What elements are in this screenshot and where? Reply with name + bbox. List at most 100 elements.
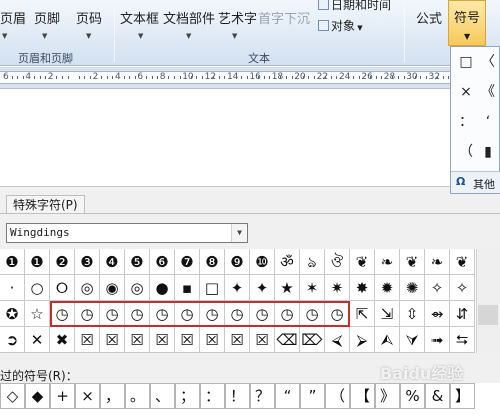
dropcap-button[interactable]: 首字下沉 <box>258 10 310 30</box>
symbol-grid-cell[interactable]: ❧ <box>375 249 400 275</box>
header-button[interactable]: 页眉 <box>0 10 26 30</box>
symbol-grid-cell[interactable]: ★ <box>275 275 300 301</box>
symbol-grid-cell[interactable]: ⮀ <box>450 327 475 353</box>
symbol-grid-cell[interactable]: ❾ <box>225 249 250 275</box>
recent-symbol-cell[interactable]: ！ <box>225 383 250 409</box>
recent-symbol-cell[interactable]: & <box>425 383 450 409</box>
symbol-grid-cell[interactable]: ❶ <box>25 249 50 275</box>
symbol-grid-cell[interactable]: ◎ <box>75 275 100 301</box>
symbol-grid-cell[interactable]: ◷ <box>175 301 200 327</box>
recent-symbol-cell[interactable]: 。 <box>125 383 150 409</box>
symbol-grid-cell[interactable]: ❷ <box>50 249 75 275</box>
symbol-grid-cell[interactable]: ◎ <box>125 275 150 301</box>
recent-symbol-cell[interactable]: ” <box>300 383 325 409</box>
symbol-grid-cell[interactable]: ⌦ <box>300 327 325 353</box>
symbol-grid-cell[interactable]: ❿ <box>250 249 275 275</box>
quick-parts-dropdown-icon[interactable]: ▼ <box>186 32 191 40</box>
symbol-grid-cell[interactable]: ✖ <box>50 327 75 353</box>
symbol-grid-cell[interactable]: ✧ <box>425 275 450 301</box>
symbol-grid-cell[interactable]: ○ <box>25 275 50 301</box>
recent-symbol-cell[interactable]: % <box>400 383 425 409</box>
symbol-grid-cell[interactable]: ❻ <box>150 249 175 275</box>
symbol-grid-cell[interactable]: ❺ <box>125 249 150 275</box>
document-area[interactable] <box>0 90 450 186</box>
datetime-button[interactable]: 日期和时间 <box>318 0 391 13</box>
symbol-grid-cell[interactable]: ☒ <box>150 327 175 353</box>
recent-symbol-cell[interactable]: 》 <box>375 383 400 409</box>
symbol-grid-cell[interactable]: ॐ <box>275 249 300 275</box>
symbol-grid-cell[interactable]: ◷ <box>275 301 300 327</box>
symbol-grid-cell[interactable]: ⮚ <box>350 327 375 353</box>
symbol-grid-cell[interactable]: ❦ <box>350 249 375 275</box>
symbol-grid-cell[interactable]: ⌫ <box>275 327 300 353</box>
symbol-grid-cell[interactable]: ☒ <box>175 327 200 353</box>
symbol-grid-cell[interactable]: ➲ <box>0 327 25 353</box>
symbol-grid-cell[interactable]: ⇴ <box>425 301 450 327</box>
symbol-dropdown-item[interactable]: × <box>455 81 477 103</box>
textbox-dropdown-icon[interactable]: ▼ <box>138 32 143 40</box>
symbol-grid-cell[interactable]: ❶ <box>0 249 25 275</box>
symbol-dropdown-item[interactable]: □ <box>455 51 477 73</box>
symbol-grid-cell[interactable]: ⇲ <box>375 301 400 327</box>
quick-parts-button[interactable]: 文档部件 <box>163 10 215 30</box>
symbol-dropdown-item[interactable]: 《 <box>477 81 499 103</box>
recent-symbol-cell[interactable]: + <box>50 383 75 409</box>
symbol-grid-cell[interactable]: ✦ <box>225 275 250 301</box>
symbol-grid-cell[interactable]: ➟ <box>425 327 450 353</box>
symbol-grid-cell[interactable]: ☒ <box>250 327 275 353</box>
recent-symbol-cell[interactable]: “ <box>275 383 300 409</box>
symbol-grid-cell[interactable]: ◷ <box>75 301 100 327</box>
symbol-grid-cell[interactable]: ✸ <box>350 275 375 301</box>
wordart-button[interactable]: 艺术字 <box>218 10 257 30</box>
symbol-dropdown-item[interactable]: 〈 <box>477 51 499 73</box>
symbol-grid-cell[interactable]: ✕ <box>25 327 50 353</box>
symbol-grid-cell[interactable]: ⮙ <box>375 327 400 353</box>
symbol-dropdown-item[interactable]: （ <box>455 141 477 163</box>
symbol-grid-cell[interactable]: ✶ <box>300 275 325 301</box>
recent-symbol-cell[interactable]: × <box>75 383 100 409</box>
symbol-grid-cell[interactable]: ◷ <box>125 301 150 327</box>
recent-symbol-cell[interactable]: ？ <box>250 383 275 409</box>
footer-dropdown-icon[interactable]: ▼ <box>42 32 47 40</box>
header-dropdown-icon[interactable]: ▼ <box>2 32 7 40</box>
symbol-grid-cell[interactable]: ❦ <box>450 249 475 275</box>
symbol-grid-cell[interactable]: ◷ <box>325 301 350 327</box>
symbol-grid-cell[interactable]: ✹ <box>375 275 400 301</box>
symbol-grid-cell[interactable]: ◷ <box>250 301 275 327</box>
recent-symbol-cell[interactable]: 【 <box>350 383 375 409</box>
symbol-dropdown-item[interactable]: ： <box>455 111 477 133</box>
symbol-grid-cell[interactable]: ✺ <box>400 275 425 301</box>
symbol-grid-cell[interactable]: ❧ <box>425 249 450 275</box>
recent-symbol-cell[interactable]: 】 <box>450 383 475 409</box>
symbol-grid-cell[interactable]: ⮛ <box>400 327 425 353</box>
symbol-grid-cell[interactable]: ✧ <box>450 275 475 301</box>
textbox-button[interactable]: 文本框 <box>120 10 159 30</box>
page-number-dropdown-icon[interactable]: ▼ <box>86 32 91 40</box>
symbol-grid-cell[interactable]: ⭘ <box>50 275 75 301</box>
chevron-down-icon[interactable]: ▼ <box>231 224 247 242</box>
symbol-grid-cell[interactable]: ☒ <box>225 327 250 353</box>
symbol-grid-cell[interactable]: ● <box>150 275 175 301</box>
symbol-grid-cell[interactable]: · <box>0 275 25 301</box>
symbol-grid-cell[interactable]: ◷ <box>150 301 175 327</box>
recent-symbol-cell[interactable]: ， <box>100 383 125 409</box>
grid-scrollbar[interactable] <box>476 249 500 353</box>
symbol-button[interactable]: 符号 ▼ <box>448 0 486 46</box>
symbol-grid-cell[interactable]: ▪ <box>175 275 200 301</box>
symbol-grid-cell[interactable]: ☒ <box>75 327 100 353</box>
tab-special-characters[interactable]: 特殊字符(P) <box>6 195 85 213</box>
symbol-grid-cell[interactable]: □ <box>200 275 225 301</box>
symbol-grid-cell[interactable]: ❽ <box>200 249 225 275</box>
recent-symbol-cell[interactable]: ： <box>200 383 225 409</box>
symbol-dropdown-item[interactable]: ▮ <box>477 141 499 163</box>
equation-button[interactable]: 公式 <box>416 10 442 30</box>
symbol-grid-cell[interactable]: ◷ <box>100 301 125 327</box>
symbol-grid-cell[interactable]: ❹ <box>100 249 125 275</box>
horizontal-ruler[interactable]: 6 4 2 2 4 6 8 10 12 14 16 18 20 22 24 26 28 30 32 <box>0 67 500 89</box>
recent-symbol-cell[interactable]: ◆ <box>25 383 50 409</box>
footer-button[interactable]: 页脚 <box>34 10 60 30</box>
symbol-grid-cell[interactable]: ✷ <box>325 275 350 301</box>
symbol-dropdown-item[interactable]: ‘ <box>477 111 499 133</box>
symbol-grid-cell[interactable]: ⇳ <box>400 301 425 327</box>
symbol-grid-cell[interactable]: ❼ <box>175 249 200 275</box>
